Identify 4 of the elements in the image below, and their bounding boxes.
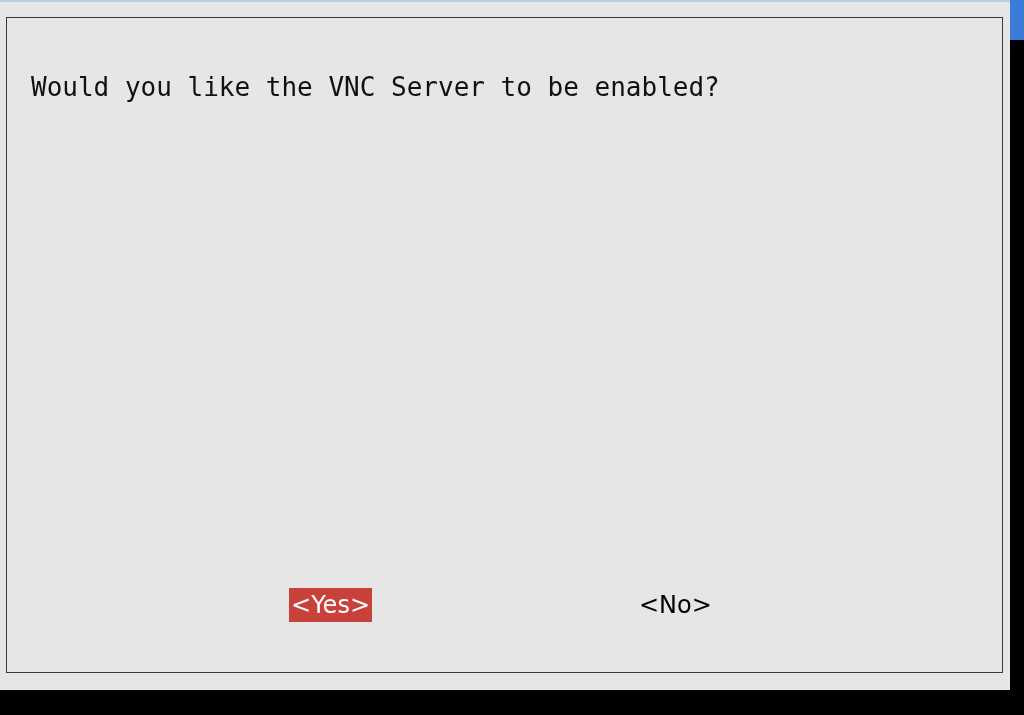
dialog-button[interactable]: <Yes> bbox=[289, 588, 372, 622]
dialog-button[interactable]: <No> bbox=[637, 588, 714, 622]
window-strip bbox=[1010, 0, 1024, 40]
dialog-message: Would you like the VNC Server to be enabled? bbox=[31, 72, 721, 102]
